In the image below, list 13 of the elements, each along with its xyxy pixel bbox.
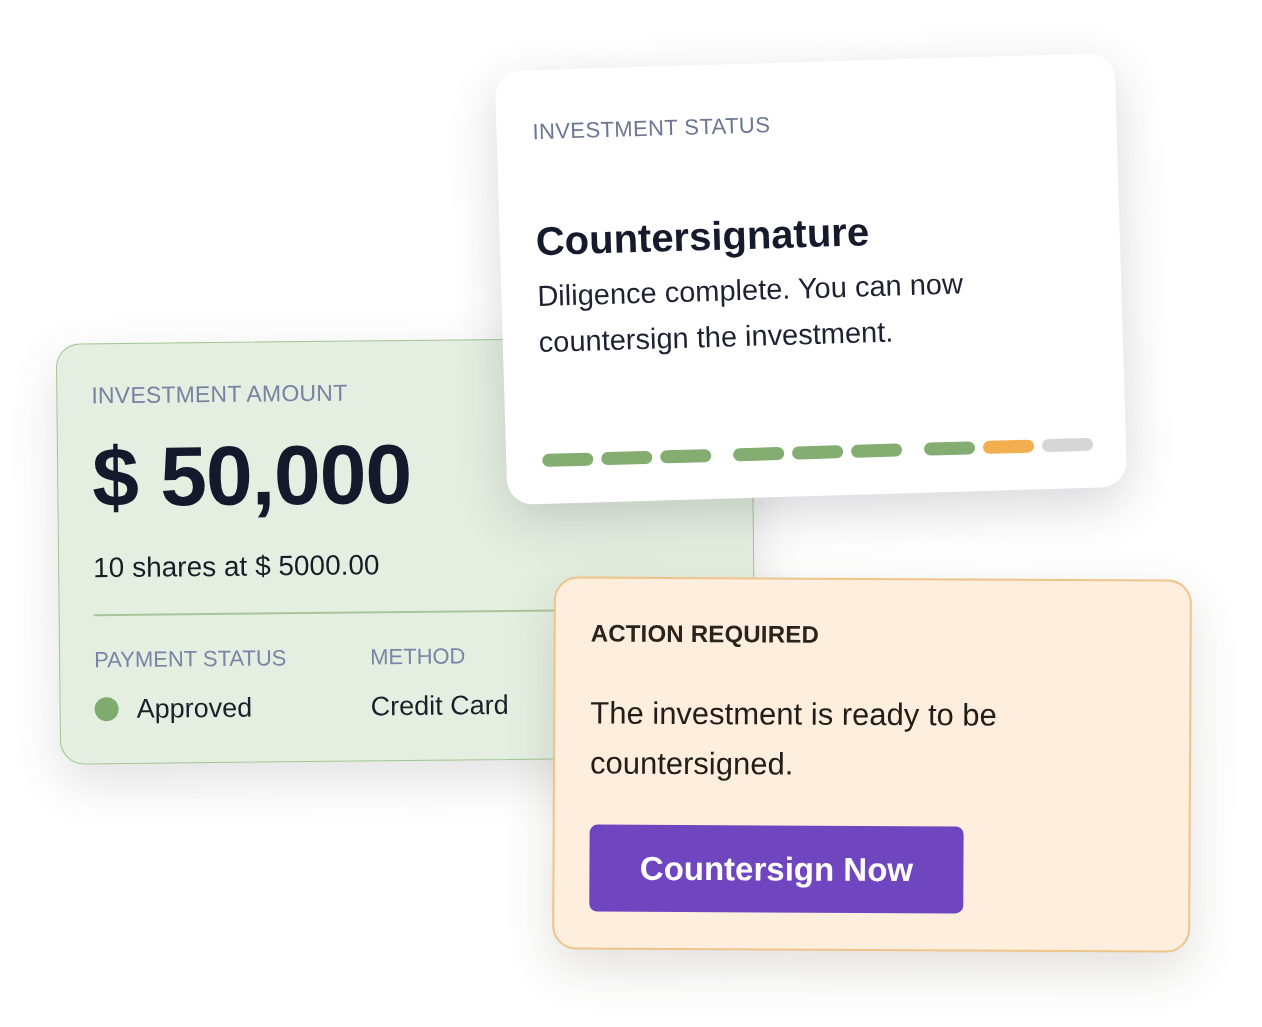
action-message: The investment is ready to be countersigned. (589, 694, 998, 784)
countersign-button[interactable]: Countersign Now (589, 824, 964, 914)
field-label: METHOD (369, 642, 466, 672)
field-label: PAYMENT STATUS (94, 644, 287, 675)
status-title: Countersignature (535, 208, 870, 266)
card-label: ACTION REQUIRED (590, 618, 820, 650)
status-description: Diligence complete. You can now countersign the investment. (536, 266, 965, 361)
card-label: INVESTMENT STATUS (532, 111, 771, 147)
shares-text: 10 shares at $ 5000.00 (93, 548, 380, 586)
field-value: Approved (136, 691, 253, 726)
amount-value: $ 50,000 (91, 431, 412, 520)
field-value: Credit Card (370, 688, 509, 724)
card-label: INVESTMENT AMOUNT (91, 378, 348, 410)
